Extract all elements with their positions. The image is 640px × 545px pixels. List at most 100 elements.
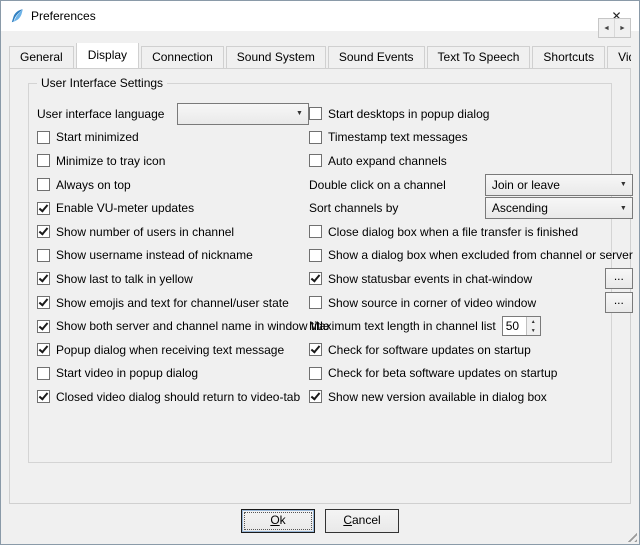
video-source-config-button[interactable]: ... (605, 292, 633, 313)
checkbox-server-channel-title[interactable]: Show both server and channel name in win… (37, 314, 309, 338)
checkbox-statusbar-events[interactable]: Show statusbar events in chat-window ... (309, 267, 633, 291)
tab-strip: General Display Connection Sound System … (9, 43, 631, 68)
language-dropdown[interactable]: ▼ (177, 103, 309, 125)
checkbox-box[interactable] (309, 225, 322, 238)
checkbox-auto-expand-channels[interactable]: Auto expand channels (309, 149, 633, 173)
sort-channels-value: Ascending (486, 201, 615, 215)
double-click-value: Join or leave (486, 178, 615, 192)
checkbox-close-file-transfer[interactable]: Close dialog box when a file transfer is… (309, 220, 633, 244)
checkbox-box[interactable] (309, 131, 322, 144)
checkbox-video-popup[interactable]: Start video in popup dialog (37, 362, 309, 386)
checkbox-label: Show number of users in channel (56, 225, 234, 239)
chevron-down-icon: ▼ (615, 181, 632, 188)
checkbox-emojis-text-state[interactable]: Show emojis and text for channel/user st… (37, 291, 309, 315)
tab-scroll-right-icon[interactable]: ► (614, 19, 630, 37)
checkbox-label: Timestamp text messages (328, 130, 468, 144)
checkbox-box[interactable] (37, 320, 50, 333)
sort-channels-row: Sort channels by Ascending ▼ (309, 196, 633, 220)
spinbox-value[interactable]: 50 (503, 317, 526, 335)
double-click-label: Double click on a channel (309, 178, 446, 192)
max-text-length-row: Maximum text length in channel list 50 ▲… (309, 314, 633, 338)
checkbox-box[interactable] (37, 390, 50, 403)
statusbar-events-config-button[interactable]: ... (605, 268, 633, 289)
ok-button[interactable]: Ok (241, 509, 315, 533)
display-tab-page: User Interface Settings User interface l… (9, 68, 631, 504)
checkbox-box[interactable] (37, 367, 50, 380)
window-title: Preferences (31, 9, 594, 23)
chevron-down-icon: ▼ (615, 205, 632, 212)
checkbox-always-on-top[interactable]: Always on top (37, 173, 309, 197)
checkbox-label: Start desktops in popup dialog (328, 107, 489, 121)
spinbox-max-text-length[interactable]: 50 ▲ ▼ (502, 316, 541, 336)
checkbox-label: Show source in corner of video window (328, 296, 536, 310)
checkbox-video-source-corner[interactable]: Show source in corner of video window ..… (309, 291, 633, 315)
checkbox-box[interactable] (37, 272, 50, 285)
spin-down-icon[interactable]: ▼ (527, 326, 540, 335)
checkbox-label: Show a dialog box when excluded from cha… (328, 248, 633, 262)
checkbox-box[interactable] (37, 131, 50, 144)
checkbox-box[interactable] (309, 107, 322, 120)
checkbox-minimize-to-tray[interactable]: Minimize to tray icon (37, 149, 309, 173)
checkbox-label: Popup dialog when receiving text message (56, 343, 284, 357)
checkbox-box[interactable] (309, 272, 322, 285)
checkbox-label: Show statusbar events in chat-window (328, 272, 532, 286)
tab-display[interactable]: Display (76, 43, 139, 68)
language-row: User interface language ▼ (37, 102, 309, 126)
checkbox-label: Minimize to tray icon (56, 154, 165, 168)
checkbox-box[interactable] (37, 225, 50, 238)
checkbox-desktops-popup[interactable]: Start desktops in popup dialog (309, 102, 633, 126)
checkbox-video-return-tab[interactable]: Closed video dialog should return to vid… (37, 385, 309, 409)
sort-channels-dropdown[interactable]: Ascending ▼ (485, 197, 633, 219)
checkbox-excluded-dialog[interactable]: Show a dialog box when excluded from cha… (309, 244, 633, 268)
tab-connection[interactable]: Connection (141, 46, 224, 68)
checkbox-show-new-version[interactable]: Show new version available in dialog box (309, 385, 633, 409)
checkbox-check-updates[interactable]: Check for software updates on startup (309, 338, 633, 362)
checkbox-box[interactable] (37, 249, 50, 262)
checkbox-last-talk-yellow[interactable]: Show last to talk in yellow (37, 267, 309, 291)
checkbox-box[interactable] (309, 296, 322, 309)
double-click-dropdown[interactable]: Join or leave ▼ (485, 174, 633, 196)
language-label: User interface language (37, 107, 164, 121)
tab-general[interactable]: General (9, 46, 74, 68)
checkbox-show-username[interactable]: Show username instead of nickname (37, 244, 309, 268)
checkbox-box[interactable] (309, 343, 322, 356)
tab-sound-events[interactable]: Sound Events (328, 46, 425, 68)
checkbox-popup-text-message[interactable]: Popup dialog when receiving text message (37, 338, 309, 362)
group-title: User Interface Settings (37, 76, 167, 90)
tab-scroll-left-icon[interactable]: ◄ (599, 19, 614, 37)
tab-text-to-speech[interactable]: Text To Speech (427, 46, 531, 68)
checkbox-label: Auto expand channels (328, 154, 447, 168)
checkbox-label: Closed video dialog should return to vid… (56, 390, 300, 404)
checkbox-label: Show last to talk in yellow (56, 272, 193, 286)
checkbox-box[interactable] (309, 249, 322, 262)
checkbox-label: Always on top (56, 178, 131, 192)
checkbox-label: Show username instead of nickname (56, 248, 253, 262)
checkbox-box[interactable] (37, 202, 50, 215)
tab-sound-system[interactable]: Sound System (226, 46, 326, 68)
checkbox-vu-meter-updates[interactable]: Enable VU-meter updates (37, 196, 309, 220)
checkbox-box[interactable] (309, 154, 322, 167)
checkbox-start-minimized[interactable]: Start minimized (37, 126, 309, 150)
checkbox-box[interactable] (37, 154, 50, 167)
checkbox-box[interactable] (37, 343, 50, 356)
right-column: Start desktops in popup dialog Timestamp… (309, 102, 640, 409)
preferences-dialog: Preferences ✕ General Display Connection… (0, 0, 640, 545)
cancel-button[interactable]: Cancel (325, 509, 399, 533)
settings-columns: User interface language ▼ Start minimize… (29, 84, 611, 409)
tab-shortcuts[interactable]: Shortcuts (532, 46, 605, 68)
checkbox-label: Show emojis and text for channel/user st… (56, 296, 289, 310)
checkbox-timestamp-messages[interactable]: Timestamp text messages (309, 126, 633, 150)
checkbox-label: Enable VU-meter updates (56, 201, 194, 215)
checkbox-box[interactable] (37, 296, 50, 309)
spin-up-icon[interactable]: ▲ (527, 317, 540, 326)
cancel-button-label: Cancel (326, 510, 398, 530)
spinbox-arrows: ▲ ▼ (526, 317, 540, 335)
tab-video[interactable]: Video (607, 46, 631, 68)
checkbox-box[interactable] (309, 367, 322, 380)
checkbox-label: Show new version available in dialog box (328, 390, 547, 404)
checkbox-check-beta-updates[interactable]: Check for beta software updates on start… (309, 362, 633, 386)
checkbox-show-user-count[interactable]: Show number of users in channel (37, 220, 309, 244)
checkbox-box[interactable] (37, 178, 50, 191)
checkbox-label: Check for software updates on startup (328, 343, 531, 357)
checkbox-box[interactable] (309, 390, 322, 403)
